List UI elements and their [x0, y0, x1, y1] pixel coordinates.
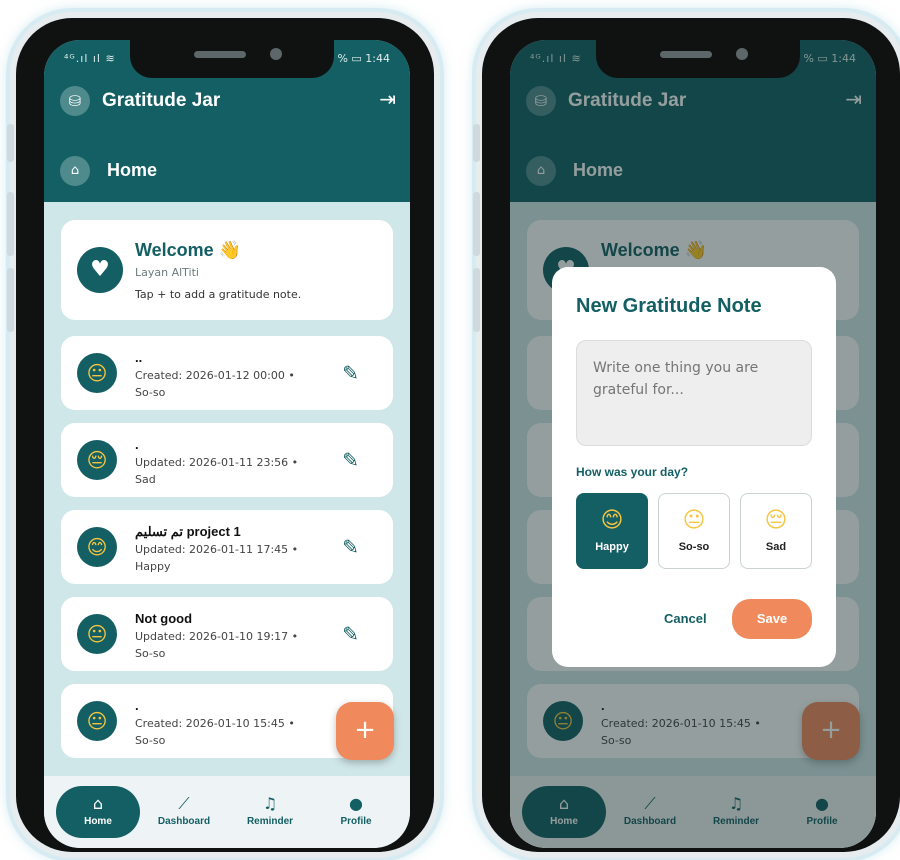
app-screen: ⁴ᴳ.ıl ıl ≋ % ▭ 1:44 ⛁ Gratitude Jar ⇥ ⌂ … [44, 40, 410, 848]
note-title: Not good [135, 611, 193, 626]
nav-home[interactable]: ⌂ Home [56, 786, 140, 838]
edit-pencil-icon[interactable]: ✎ [342, 361, 359, 385]
happy-face-icon: 😊 [600, 508, 624, 533]
sad-face-icon: 😔 [764, 508, 788, 533]
note-mood: Happy [135, 560, 171, 573]
nav-label: Dashboard [157, 816, 211, 827]
gratitude-text-input[interactable] [576, 340, 812, 446]
notch [596, 40, 800, 78]
mood-face-icon: 😊 [77, 527, 117, 567]
note-meta: Updated: 2026-01-11 23:56 • Sad [135, 454, 315, 488]
mood-face-icon: 😐 [77, 614, 117, 654]
note-mood: So-so [135, 386, 166, 399]
note-date: Updated: 2026-01-10 19:17 • [135, 630, 299, 643]
edit-pencil-icon[interactable]: ✎ [342, 622, 359, 646]
home-icon: ⌂ [92, 794, 104, 813]
phone-side-button [473, 192, 480, 256]
note-mood: So-so [135, 647, 166, 660]
welcome-title: Welcome 👋 [135, 240, 242, 260]
bottom-nav: ⌂ Home ⟋ Dashboard ♫ Reminder ● Profile [44, 776, 410, 848]
mood-face-icon: 😐 [77, 353, 117, 393]
mood-label: Happy [595, 541, 629, 553]
phone-side-button [473, 124, 480, 162]
neutral-face-icon: 😐 [682, 508, 706, 533]
note-card[interactable]: 😊 تم تسليم project 1 Updated: 2026-01-11… [61, 510, 393, 584]
nav-profile[interactable]: ● Profile [314, 786, 398, 838]
note-date: Created: 2026-01-12 00:00 • [135, 369, 295, 382]
note-meta: Created: 2026-01-12 00:00 • So-so [135, 367, 315, 401]
mood-option-so-so[interactable]: 😐 So-so [658, 493, 730, 569]
jar-icon: ⛁ [60, 86, 90, 116]
note-card[interactable]: 😐 .. Created: 2026-01-12 00:00 • So-so ✎ [61, 336, 393, 410]
mood-face-icon: 😔 [77, 440, 117, 480]
edit-pencil-icon[interactable]: ✎ [342, 448, 359, 472]
nav-label: Profile [340, 816, 372, 827]
phone-side-button [7, 124, 14, 162]
welcome-card: ♥ Welcome 👋 Layan AlTiti Tap + to add a … [61, 220, 393, 320]
note-title: . [135, 437, 139, 452]
note-title: تم تسليم project 1 [135, 524, 241, 539]
mood-option-happy[interactable]: 😊 Happy [576, 493, 648, 569]
note-meta: Created: 2026-01-10 15:45 • So-so [135, 715, 315, 749]
heart-icon: ♥ [77, 247, 123, 293]
mood-face-icon: 😐 [77, 701, 117, 741]
mood-label: So-so [678, 541, 710, 553]
user-name: Layan AlTiti [135, 266, 199, 279]
note-card[interactable]: 😔 . Updated: 2026-01-11 23:56 • Sad ✎ [61, 423, 393, 497]
phone-side-button [7, 192, 14, 256]
dialog-title: New Gratitude Note [576, 295, 762, 317]
note-date: Updated: 2026-01-11 17:45 • [135, 543, 299, 556]
phone-side-button [473, 268, 480, 332]
mood-question: How was your day? [576, 465, 689, 479]
status-time-group: % ▭ 1:44 [337, 52, 390, 65]
page-title: Home [107, 160, 158, 180]
note-card[interactable]: 😐 Not good Updated: 2026-01-10 19:17 • So… [61, 597, 393, 671]
status-time: 1:44 [365, 52, 390, 65]
new-note-dialog: New Gratitude Note How was your day? 😊 Ha… [552, 267, 836, 667]
nav-dashboard[interactable]: ⟋ Dashboard [142, 786, 226, 838]
phone-home-screen: ⁴ᴳ.ıl ıl ≋ % ▭ 1:44 ⛁ Gratitude Jar ⇥ ⌂ … [7, 12, 440, 858]
note-meta: Updated: 2026-01-11 17:45 • Happy [135, 541, 315, 575]
welcome-hint: Tap + to add a gratitude note. [135, 288, 302, 301]
add-note-button[interactable]: + [336, 702, 394, 760]
app-title: Gratitude Jar [102, 90, 221, 111]
logout-icon[interactable]: ⇥ [379, 87, 396, 111]
phone-side-button [7, 268, 14, 332]
battery-icon: % ▭ [337, 52, 362, 65]
note-date: Created: 2026-01-10 15:45 • [135, 717, 295, 730]
note-mood: Sad [135, 473, 156, 486]
note-title: .. [135, 350, 143, 365]
note-mood: So-so [135, 734, 166, 747]
home-section-icon: ⌂ [60, 156, 90, 186]
app-screen: ⁴ᴳ.ıl ıl ≋ % ▭ 1:44 ⛁ Gratitude Jar ⇥ ⌂ … [510, 40, 876, 848]
note-meta: Updated: 2026-01-10 19:17 • So-so [135, 628, 315, 662]
mood-option-sad[interactable]: 😔 Sad [740, 493, 812, 569]
note-date: Updated: 2026-01-11 23:56 • [135, 456, 299, 469]
person-icon: ● [349, 794, 363, 813]
signal-icons: ⁴ᴳ.ıl ıl ≋ [64, 52, 116, 65]
cancel-button[interactable]: Cancel [664, 611, 707, 626]
chart-icon: ⟋ [178, 794, 190, 813]
mood-label: Sad [765, 541, 787, 553]
nav-reminder[interactable]: ♫ Reminder [228, 786, 312, 838]
phone-dialog-screen: ⁴ᴳ.ıl ıl ≋ % ▭ 1:44 ⛁ Gratitude Jar ⇥ ⌂ … [473, 12, 900, 858]
edit-pencil-icon[interactable]: ✎ [342, 535, 359, 559]
note-title: . [135, 698, 139, 713]
nav-label: Home [84, 816, 112, 827]
bell-icon: ♫ [262, 794, 278, 813]
notch [130, 40, 334, 78]
save-button[interactable]: Save [732, 599, 812, 639]
nav-label: Reminder [246, 816, 294, 827]
